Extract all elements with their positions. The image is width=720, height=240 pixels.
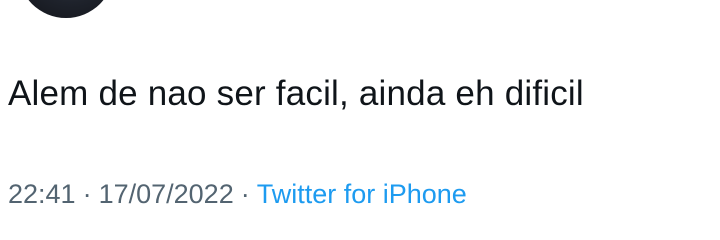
meta-separator: · [82, 179, 92, 209]
tweet-meta: 22:41 · 17/07/2022 · Twitter for iPhone [8, 174, 467, 214]
tweet-source-link[interactable]: Twitter for iPhone [257, 179, 467, 209]
tweet-date[interactable]: 17/07/2022 [99, 179, 234, 209]
tweet-card: Alem de nao ser facil, ainda eh dificil … [0, 0, 720, 240]
avatar[interactable] [18, 0, 114, 18]
meta-separator: · [240, 179, 250, 209]
tweet-text: Alem de nao ser facil, ainda eh dificil [8, 74, 584, 113]
tweet-time[interactable]: 22:41 [8, 179, 76, 209]
